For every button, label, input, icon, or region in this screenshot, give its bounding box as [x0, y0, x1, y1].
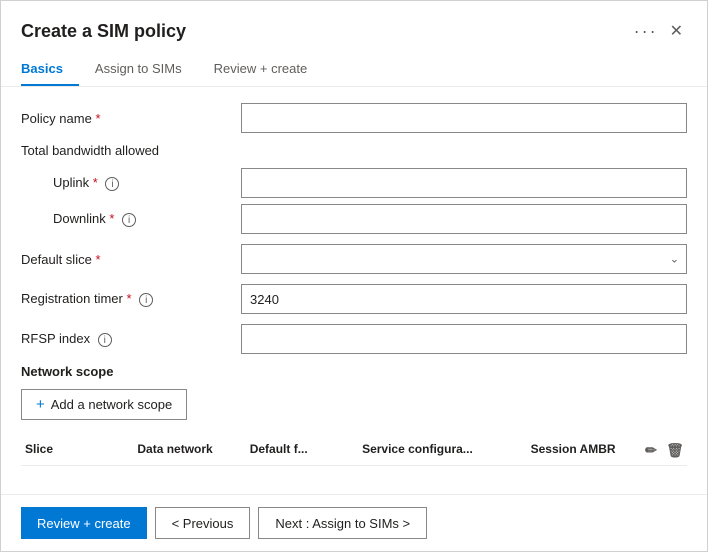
default-slice-label: Default slice *: [21, 252, 241, 267]
downlink-info-icon[interactable]: i: [122, 213, 136, 227]
uplink-info-icon[interactable]: i: [105, 177, 119, 191]
rfsp-index-input[interactable]: [241, 324, 687, 354]
add-network-scope-button[interactable]: + Add a network scope: [21, 389, 187, 420]
form-content: Policy name * Total bandwidth allowed Up…: [1, 87, 707, 494]
policy-name-input[interactable]: [241, 103, 687, 133]
col-data-network: Data network: [133, 442, 245, 459]
create-sim-policy-dialog: Create a SIM policy ··· ✕ Basics Assign …: [0, 0, 708, 552]
col-session-ambr: Session AMBR: [527, 442, 639, 459]
delete-col-header: 🗑: [663, 442, 687, 459]
close-button[interactable]: ✕: [666, 17, 687, 45]
bandwidth-title-row: Total bandwidth allowed: [21, 143, 687, 158]
uplink-input[interactable]: [241, 168, 687, 198]
rfsp-index-row: RFSP index i: [21, 324, 687, 354]
uplink-label: Uplink * i: [21, 175, 241, 192]
downlink-row: Downlink * i: [21, 204, 687, 234]
default-slice-select[interactable]: [241, 244, 687, 274]
bandwidth-section: Total bandwidth allowed Uplink * i Downl…: [21, 143, 687, 234]
registration-timer-info-icon[interactable]: i: [139, 293, 153, 307]
dialog-menu-icon[interactable]: ···: [634, 21, 658, 42]
downlink-label: Downlink * i: [21, 211, 241, 228]
registration-timer-row: Registration timer * i: [21, 284, 687, 314]
edit-header-icon: ✏: [645, 442, 657, 459]
col-service-config: Service configura...: [358, 442, 527, 459]
edit-col-header: ✏: [639, 442, 663, 459]
footer: Review + create < Previous Next : Assign…: [1, 494, 707, 551]
rfsp-index-label: RFSP index i: [21, 331, 241, 348]
review-create-button[interactable]: Review + create: [21, 507, 147, 539]
dialog-header: Create a SIM policy ··· ✕: [1, 1, 707, 53]
add-network-scope-label: Add a network scope: [51, 397, 172, 412]
next-button[interactable]: Next : Assign to SIMs >: [258, 507, 427, 539]
registration-timer-input[interactable]: [241, 284, 687, 314]
policy-name-label: Policy name *: [21, 111, 241, 126]
dialog-title: Create a SIM policy: [21, 21, 626, 42]
col-slice: Slice: [21, 442, 133, 459]
plus-icon: +: [36, 396, 45, 413]
tab-review-create[interactable]: Review + create: [214, 53, 324, 86]
downlink-input[interactable]: [241, 204, 687, 234]
table-header: Slice Data network Default f... Service …: [21, 436, 687, 466]
tabs-bar: Basics Assign to SIMs Review + create: [1, 53, 707, 87]
delete-header-icon: 🗑: [666, 442, 684, 459]
close-icon: ✕: [670, 21, 683, 41]
rfsp-info-icon[interactable]: i: [98, 333, 112, 347]
bandwidth-label: Total bandwidth allowed: [21, 143, 241, 158]
uplink-row: Uplink * i: [21, 168, 687, 198]
previous-button[interactable]: < Previous: [155, 507, 251, 539]
policy-name-required: *: [95, 111, 100, 126]
policy-name-row: Policy name *: [21, 103, 687, 133]
registration-timer-label: Registration timer * i: [21, 291, 241, 308]
network-scope-section-label: Network scope: [21, 364, 687, 379]
default-slice-wrapper: ⌄: [241, 244, 687, 274]
default-slice-row: Default slice * ⌄: [21, 244, 687, 274]
tab-basics[interactable]: Basics: [21, 53, 79, 86]
col-default-f: Default f...: [246, 442, 358, 459]
tab-assign-to-sims[interactable]: Assign to SIMs: [95, 53, 198, 86]
